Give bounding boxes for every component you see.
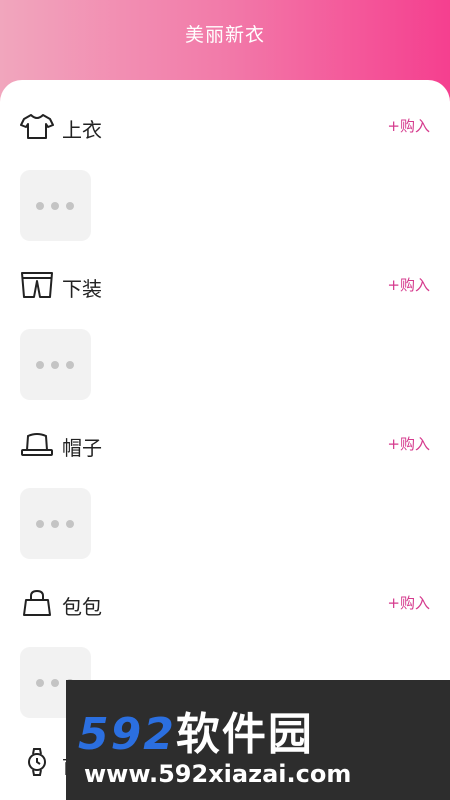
ellipsis-icon: [36, 361, 76, 369]
buy-link[interactable]: +购入: [387, 115, 430, 136]
watch-icon: [20, 748, 54, 776]
category-title: 包包: [62, 595, 102, 619]
category-title: 上衣: [62, 118, 102, 142]
ellipsis-icon: [36, 202, 76, 210]
category-title: 下装: [62, 277, 102, 301]
pants-icon: [20, 271, 54, 299]
page-title: 美丽新衣: [184, 24, 265, 46]
ellipsis-icon: [36, 520, 76, 528]
more-button[interactable]: [20, 329, 91, 400]
bag-icon: [20, 589, 54, 617]
watermark-overlay: 592软件园 www.592xiazai.com: [66, 680, 450, 800]
category-title: 帽子: [62, 436, 102, 460]
hat-icon: [20, 430, 54, 458]
category-section-tops: 上衣 +购入: [0, 80, 450, 241]
more-button[interactable]: [20, 488, 91, 559]
watermark-url: www.592xiazai.com: [84, 760, 352, 788]
buy-link[interactable]: +购入: [387, 433, 430, 454]
more-button[interactable]: [20, 170, 91, 241]
buy-link[interactable]: +购入: [387, 592, 430, 613]
category-section-hats: 帽子 +购入: [0, 398, 450, 559]
buy-link[interactable]: +购入: [387, 274, 430, 295]
category-section-bottoms: 下装 +购入: [0, 239, 450, 400]
tshirt-icon: [20, 112, 54, 140]
watermark-brand: 592软件园: [78, 709, 314, 760]
